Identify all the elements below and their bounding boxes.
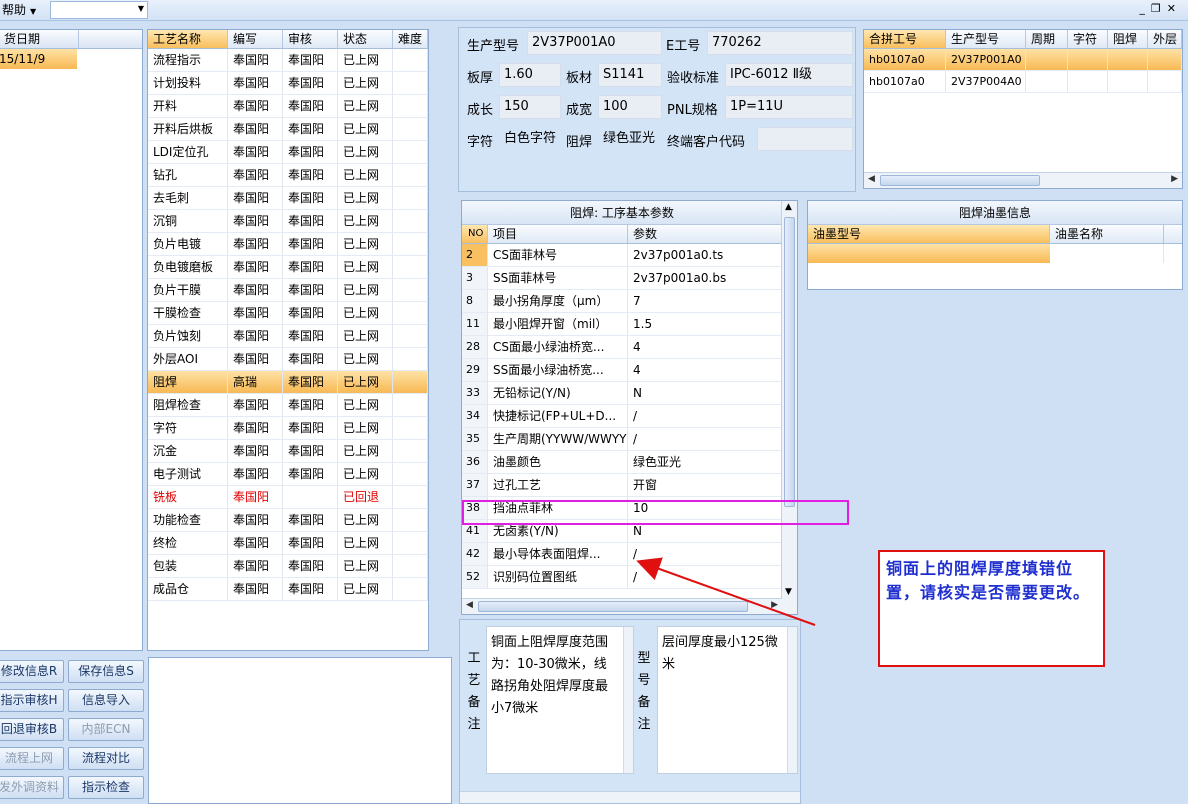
annotation-note: 铜面上的阻焊厚度填错位置，请核实是否需要更改。 bbox=[878, 550, 1105, 667]
arrow-line bbox=[636, 557, 816, 626]
annotation-arrow bbox=[636, 557, 816, 626]
